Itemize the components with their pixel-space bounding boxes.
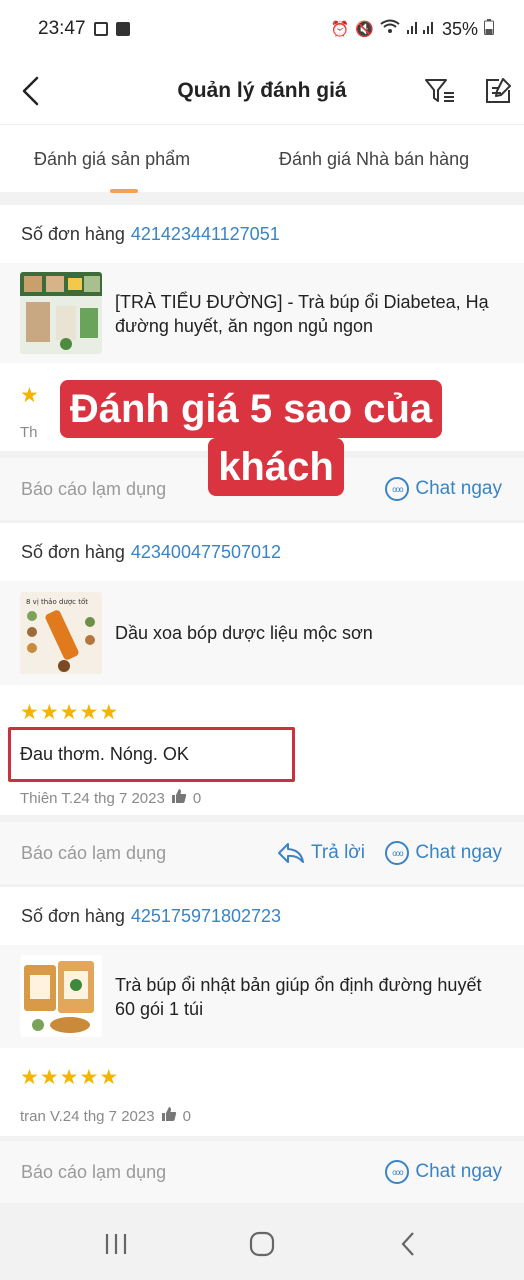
product-thumbnail xyxy=(20,955,102,1037)
star-icon: ★ xyxy=(20,701,39,724)
chat-icon: ooo xyxy=(385,1160,410,1184)
reviewer-date-text: Thiên T.24 thg 7 2023 xyxy=(20,789,165,807)
order-label: Số đơn hàng xyxy=(21,541,125,562)
edit-button[interactable] xyxy=(478,71,518,111)
alarm-icon: ⏰ xyxy=(330,21,350,38)
recent-apps-button[interactable] xyxy=(86,1208,146,1280)
back-icon xyxy=(401,1232,414,1256)
tab-bar: Đánh giá sản phẩm Đánh giá Nhà bán hàng xyxy=(0,124,524,193)
reviewer-date: tran V.24 thg 7 2023 0 xyxy=(20,1106,191,1126)
order-label: Số đơn hàng xyxy=(21,223,125,244)
product-name: Dầu xoa bóp dược liệu mộc sơn xyxy=(115,623,373,643)
svg-text:8 vị thảo dược tốt: 8 vị thảo dược tốt xyxy=(26,598,88,606)
star-icon: ★ xyxy=(39,701,59,724)
reviewer-date-text: Th xyxy=(20,424,38,441)
order-number[interactable]: 425175971802723 xyxy=(131,906,281,927)
mute-icon: 🔇 xyxy=(355,21,374,38)
order-header: Số đơn hàng 421423441127051 xyxy=(0,205,524,263)
order-number[interactable]: 421423441127051 xyxy=(131,224,280,245)
reply-label: Trả lời xyxy=(311,842,365,863)
review-actions: Báo cáo lạm dụng ooo Chat ngay xyxy=(0,1141,524,1203)
signal-icon xyxy=(406,19,436,39)
product-row[interactable]: [TRÀ TIỂU ĐƯỜNG] - Trà búp ổi Diabetea, … xyxy=(0,263,524,363)
recent-apps-icon xyxy=(105,1234,127,1254)
reply-button[interactable]: Trả lời xyxy=(277,822,365,884)
reply-icon xyxy=(278,843,304,863)
review-actions: Báo cáo lạm dụng Trả lời ooo Chat ngay xyxy=(0,822,524,884)
tab-seller-reviews[interactable]: Đánh giá Nhà bán hàng xyxy=(279,125,469,193)
reviewer-date: Thiên T.24 thg 7 2023 0 xyxy=(20,788,201,808)
chat-now-button[interactable]: ooo Chat ngay xyxy=(385,1141,502,1203)
app-bar: Quản lý đánh giá xyxy=(0,58,524,124)
tab-product-reviews[interactable]: Đánh giá sản phẩm xyxy=(34,125,190,193)
battery-level: 35% xyxy=(441,18,478,39)
home-icon xyxy=(249,1231,275,1257)
back-arrow-icon xyxy=(22,76,39,106)
system-back-button[interactable] xyxy=(378,1208,438,1280)
status-time: 23:47 xyxy=(38,18,86,39)
rating-stars: ★ ★ ★ ★ ★ xyxy=(20,702,118,723)
like-count: 0 xyxy=(192,789,202,807)
home-button[interactable] xyxy=(232,1208,292,1280)
product-thumbnail xyxy=(20,272,102,354)
battery-icon xyxy=(484,18,494,40)
product-thumbnail: 8 vị thảo dược tốt xyxy=(20,592,102,674)
star-icon: ★ xyxy=(99,1066,119,1089)
reviewer-date: Th xyxy=(20,424,38,441)
order-label: Số đơn hàng xyxy=(21,905,125,926)
product-name: [TRÀ TIỂU ĐƯỜNG] - Trà búp ổi Diabetea, … xyxy=(115,292,489,336)
order-header: Số đơn hàng 425175971802723 xyxy=(0,887,524,945)
status-bar: 23:47 ⏰ 🔇 35% xyxy=(0,0,524,58)
active-tab-indicator xyxy=(110,189,138,193)
star-icon: ★ xyxy=(99,701,119,724)
star-icon: ★ xyxy=(20,1066,39,1089)
chat-now-label: Chat ngay xyxy=(415,842,502,863)
chat-now-button[interactable]: ooo Chat ngay xyxy=(385,822,502,884)
edit-icon xyxy=(486,78,511,103)
order-number[interactable]: 423400477507012 xyxy=(131,542,281,563)
product-name: Trà búp ổi nhật bản giúp ổn định đường h… xyxy=(115,975,482,1019)
overlay-caption: Đánh giá 5 sao của khách xyxy=(40,380,462,498)
overlay-caption-line1: Đánh giá 5 sao của xyxy=(59,380,443,438)
wifi-icon xyxy=(380,19,400,39)
back-button[interactable] xyxy=(10,66,50,116)
like-count: 0 xyxy=(182,1107,191,1125)
filter-icon xyxy=(425,79,454,102)
thumbs-up-icon[interactable] xyxy=(171,788,187,808)
product-row[interactable]: Trà búp ổi nhật bản giúp ổn định đường h… xyxy=(0,945,524,1048)
product-row[interactable]: 8 vị thảo dược tốt Dầu xoa bóp dược liệu… xyxy=(0,581,524,685)
report-abuse-button[interactable]: Báo cáo lạm dụng xyxy=(21,822,166,884)
star-icon: ★ xyxy=(79,701,99,724)
comment-highlight-box xyxy=(8,727,295,782)
check-notification-icon xyxy=(115,22,130,36)
thumbs-up-icon[interactable] xyxy=(161,1106,177,1126)
gallery-notification-icon xyxy=(93,22,108,36)
report-abuse-button[interactable]: Báo cáo lạm dụng xyxy=(21,1141,166,1203)
star-icon: ★ xyxy=(59,701,79,724)
chat-icon: ooo xyxy=(385,841,410,865)
filter-button[interactable] xyxy=(420,71,460,111)
reviewer-date-text: tran V.24 thg 7 2023 xyxy=(20,1107,155,1125)
chat-now-label: Chat ngay xyxy=(415,1161,502,1182)
order-header: Số đơn hàng 423400477507012 xyxy=(0,523,524,581)
star-icon: ★ xyxy=(59,1066,79,1089)
star-icon: ★ xyxy=(79,1066,99,1089)
overlay-caption-line2: khách xyxy=(208,438,344,496)
rating-stars: ★ xyxy=(20,385,39,406)
system-nav-bar xyxy=(0,1208,524,1280)
star-icon: ★ xyxy=(20,384,39,407)
star-icon: ★ xyxy=(39,1066,59,1089)
rating-stars: ★ ★ ★ ★ ★ xyxy=(20,1067,118,1088)
review-block: ★ ★ ★ ★ ★ tran V.24 thg 7 2023 0 xyxy=(0,1048,524,1136)
